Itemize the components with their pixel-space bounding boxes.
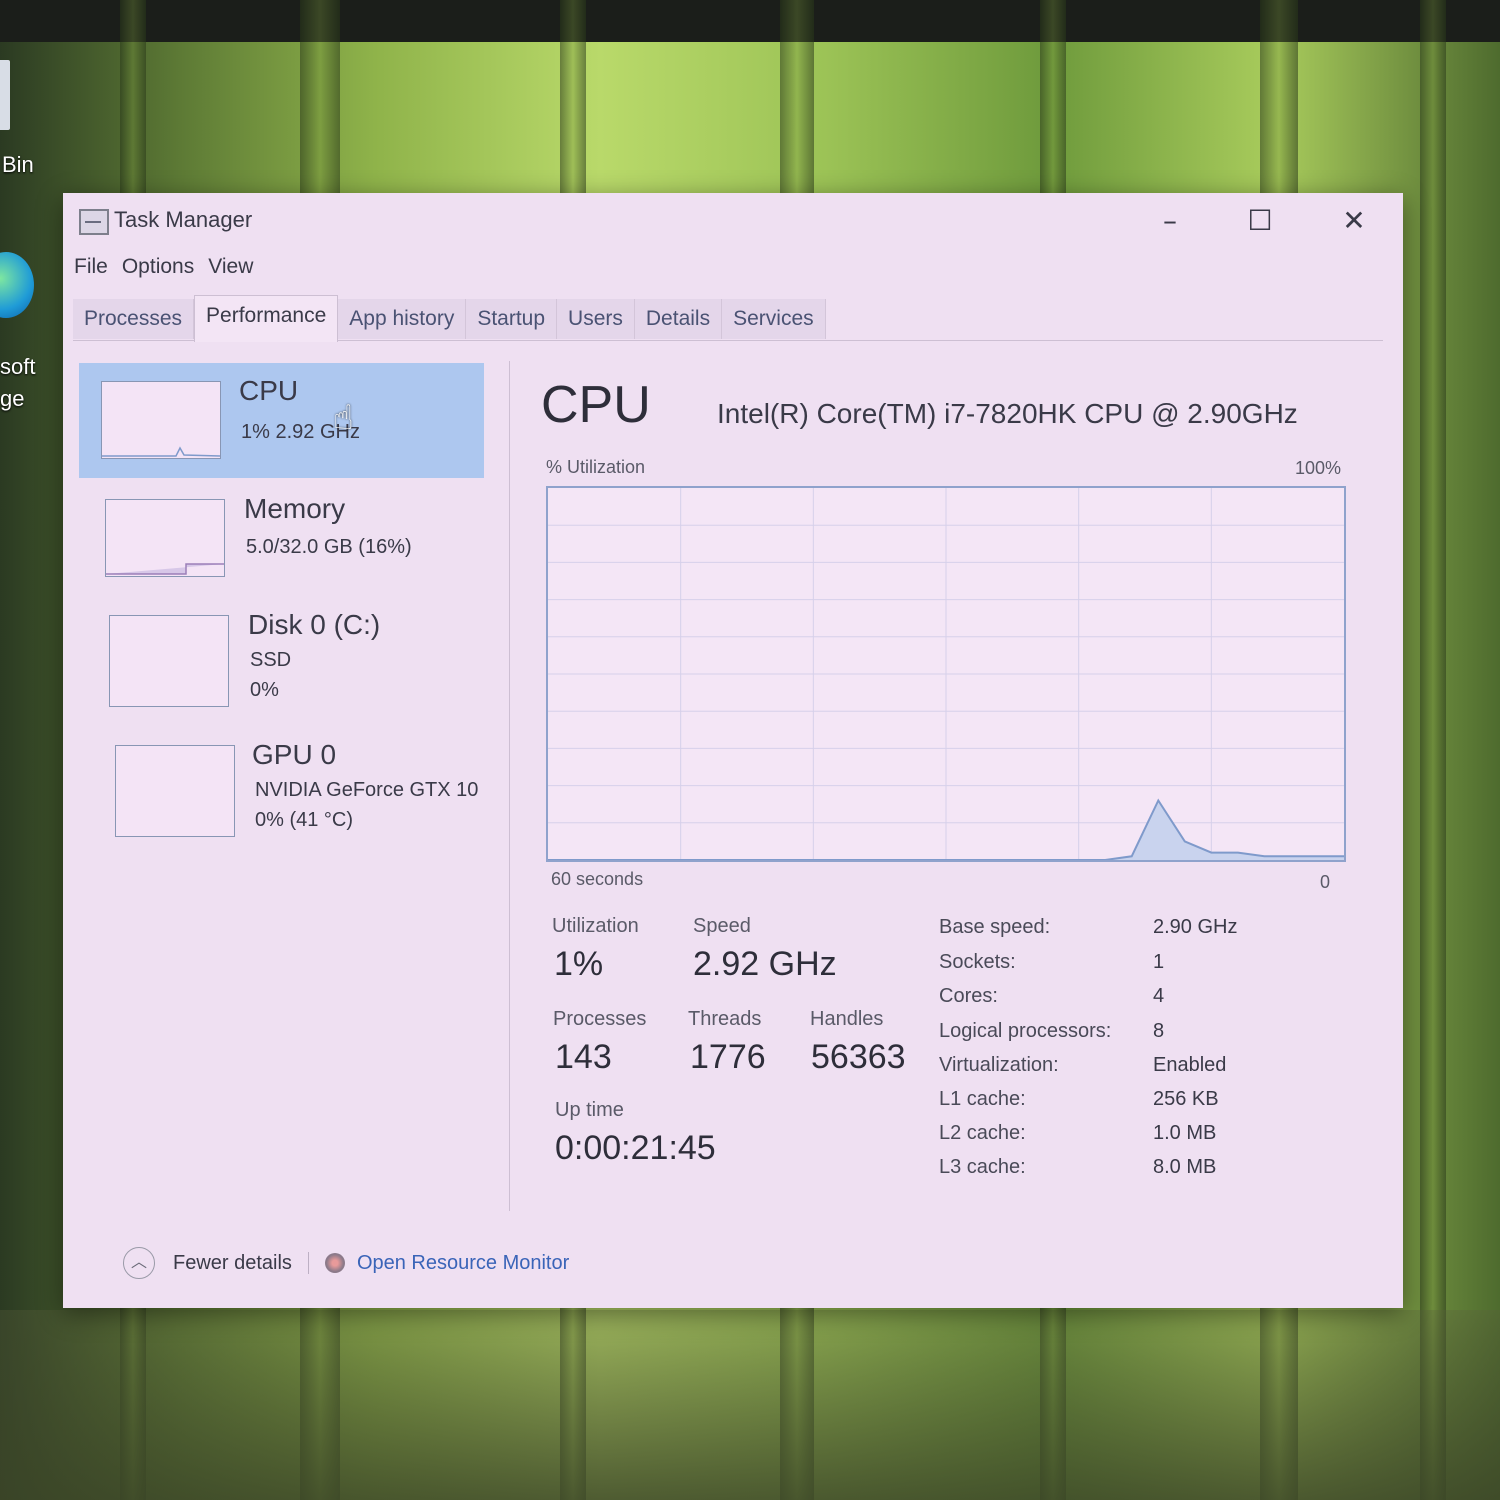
graph-x-label: 60 seconds xyxy=(551,869,644,889)
spec-value: 1.0 MB xyxy=(1153,1122,1217,1144)
spec-value: 1 xyxy=(1153,951,1165,973)
spec-value: 2.90 GHz xyxy=(1153,916,1238,938)
resource-item-gpu[interactable]: GPU 0 NVIDIA GeForce GTX 10 0% (41 °C) xyxy=(79,727,484,842)
threads-value: 1776 xyxy=(690,1038,766,1076)
spec-value: 4 xyxy=(1153,985,1165,1007)
task-manager-window: Task Manager – ☐ ✕ File Options View Pro… xyxy=(63,193,1403,1308)
uptime-label: Up time xyxy=(555,1099,624,1121)
bamboo-stalk xyxy=(1420,0,1446,1500)
desktop-icon-label-edge-1: soft xyxy=(0,354,36,379)
utilization-label: Utilization xyxy=(552,915,639,937)
spec-key: Logical processors: xyxy=(939,1020,1112,1042)
menu-view[interactable]: View xyxy=(208,255,253,285)
speed-label: Speed xyxy=(693,915,751,937)
desktop-background-bottom xyxy=(0,1310,1500,1500)
spec-key: Virtualization: xyxy=(939,1054,1059,1076)
handles-value: 56363 xyxy=(811,1038,906,1076)
uptime-value: 0:00:21:45 xyxy=(555,1129,716,1167)
cpu-mini-graph xyxy=(101,381,221,459)
window-title: Task Manager xyxy=(114,207,253,232)
tab-performance[interactable]: Performance xyxy=(194,295,339,342)
menu-options[interactable]: Options xyxy=(122,255,194,285)
page-title: CPU xyxy=(541,376,651,434)
tab-bar: Processes Performance App history Startu… xyxy=(73,295,1383,342)
spec-value: 8 xyxy=(1153,1020,1165,1042)
desktop-icon-label-edge-2: ge xyxy=(0,386,25,411)
tab-services[interactable]: Services xyxy=(722,299,826,339)
tab-details[interactable]: Details xyxy=(634,299,723,339)
maximize-button[interactable]: ☐ xyxy=(1235,201,1285,241)
graph-x-min-label: 0 xyxy=(1320,872,1331,892)
chevron-up-icon[interactable]: ︿ xyxy=(123,1247,155,1279)
processes-label: Processes xyxy=(553,1008,647,1030)
cpu-utilization-graph xyxy=(546,486,1346,862)
spec-key: Sockets: xyxy=(939,951,1016,973)
menu-file[interactable]: File xyxy=(74,255,108,285)
memory-mini-graph xyxy=(105,499,225,577)
resource-detail: NVIDIA GeForce GTX 10 xyxy=(255,779,479,801)
desktop-icon-label-bin: Bin xyxy=(2,152,34,177)
spec-value: 256 KB xyxy=(1153,1088,1219,1110)
minimize-button[interactable]: – xyxy=(1145,201,1195,241)
spec-value: 8.0 MB xyxy=(1153,1156,1217,1178)
spec-key: L3 cache: xyxy=(939,1156,1026,1178)
resource-detail-2: 0% (41 °C) xyxy=(255,809,354,831)
processes-value: 143 xyxy=(555,1038,612,1076)
tab-app-history[interactable]: App history xyxy=(338,299,467,339)
handles-label: Handles xyxy=(810,1008,884,1030)
spec-key: L2 cache: xyxy=(939,1122,1026,1144)
tab-startup[interactable]: Startup xyxy=(466,299,558,339)
resource-item-disk[interactable]: Disk 0 (C:) SSD 0% xyxy=(79,597,484,712)
speed-value: 2.92 GHz xyxy=(693,945,837,983)
edge-browser-icon[interactable] xyxy=(0,252,34,318)
resource-name: CPU xyxy=(239,375,299,406)
close-button[interactable]: ✕ xyxy=(1329,201,1379,241)
fewer-details-link[interactable]: Fewer details xyxy=(173,1252,292,1275)
task-manager-icon xyxy=(79,209,109,235)
title-bar[interactable]: Task Manager – ☐ ✕ xyxy=(63,193,1403,249)
footer-bar: ︿ Fewer details Open Resource Monitor xyxy=(123,1243,569,1283)
footer-divider xyxy=(307,1252,309,1274)
recycle-bin-icon[interactable] xyxy=(0,60,10,130)
menu-bar: File Options View xyxy=(74,255,253,285)
graph-y-max-label: 100% xyxy=(1295,458,1342,478)
cpu-graph-svg xyxy=(548,488,1344,861)
open-resource-monitor-link[interactable]: Open Resource Monitor xyxy=(357,1252,569,1275)
resource-item-cpu[interactable]: CPU 1% 2.92 GHz xyxy=(79,363,484,478)
gpu-mini-graph xyxy=(115,745,235,837)
resource-name: Disk 0 (C:) xyxy=(248,609,381,640)
resource-detail: 5.0/32.0 GB (16%) xyxy=(246,536,412,558)
disk-mini-graph xyxy=(109,615,229,707)
cpu-model-name: Intel(R) Core(TM) i7-7820HK CPU @ 2.90GH… xyxy=(717,398,1298,429)
utilization-value: 1% xyxy=(554,945,604,983)
resource-detail-2: 0% xyxy=(250,679,279,701)
resource-name: Memory xyxy=(244,493,346,524)
tab-users[interactable]: Users xyxy=(557,299,635,339)
resource-monitor-icon xyxy=(324,1253,345,1273)
resource-list: CPU 1% 2.92 GHz Memory 5.0/32.0 GB (16%)… xyxy=(79,361,510,1211)
hand-cursor-icon: ☝ xyxy=(333,398,354,438)
tab-processes[interactable]: Processes xyxy=(73,299,195,339)
resource-item-memory[interactable]: Memory 5.0/32.0 GB (16%) xyxy=(79,481,484,596)
spec-key: Base speed: xyxy=(939,916,1051,938)
resource-name: GPU 0 xyxy=(252,739,337,770)
resource-detail: SSD xyxy=(250,649,292,671)
graph-y-label: % Utilization xyxy=(546,457,646,477)
spec-key: L1 cache: xyxy=(939,1088,1026,1110)
spec-key: Cores: xyxy=(939,985,998,1007)
threads-label: Threads xyxy=(688,1008,762,1030)
spec-value: Enabled xyxy=(1153,1054,1227,1076)
